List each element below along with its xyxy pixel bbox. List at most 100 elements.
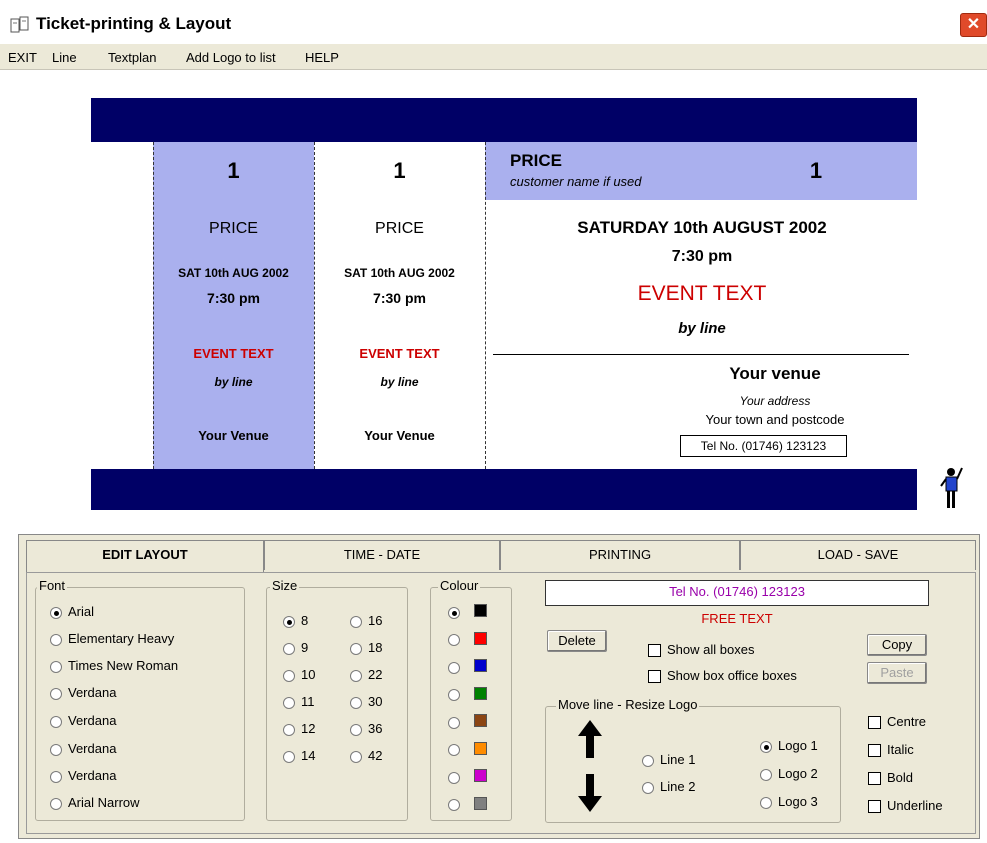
colour-swatch <box>474 631 487 645</box>
stub2-event: EVENT TEXT <box>359 346 440 361</box>
menu-exit[interactable]: EXIT <box>8 50 37 65</box>
colour-option[interactable] <box>448 796 487 812</box>
radio-icon <box>50 606 62 619</box>
main-customer: customer name if used <box>510 174 642 189</box>
radio-icon <box>642 754 654 767</box>
menu-textplan[interactable]: Textplan <box>108 50 156 65</box>
main-tel-box[interactable]: Tel No. (01746) 123123 <box>680 435 847 457</box>
colour-group-title: Colour <box>438 578 481 593</box>
font-option-verdana-3[interactable]: Verdana <box>50 741 116 756</box>
checkbox-icon <box>868 744 881 758</box>
line2-option[interactable]: Line 2 <box>642 779 695 794</box>
helper-figure-icon[interactable] <box>940 466 964 510</box>
radio-icon <box>448 771 460 784</box>
line1-option[interactable]: Line 1 <box>642 752 695 767</box>
radio-icon <box>283 615 295 628</box>
colour-swatch <box>474 604 487 617</box>
bold-checkbox[interactable]: Bold <box>868 770 913 786</box>
show-all-boxes-checkbox[interactable]: Show all boxes <box>648 642 754 658</box>
stub1-venue: Your Venue <box>198 428 269 443</box>
checkbox-icon <box>868 800 881 814</box>
colour-option[interactable] <box>448 604 487 619</box>
tab-edit-layout[interactable]: EDIT LAYOUT <box>26 540 264 572</box>
window-title: Ticket-printing & Layout <box>36 14 232 33</box>
font-option-verdana-4[interactable]: Verdana <box>50 768 116 783</box>
checkbox-icon <box>648 644 661 658</box>
main-address: Your address <box>739 394 811 408</box>
size-option-22[interactable]: 22 <box>350 667 382 682</box>
text-edit-field[interactable]: Tel No. (01746) 123123 <box>545 580 929 606</box>
main-event: EVENT TEXT <box>637 282 767 305</box>
size-option-18[interactable]: 18 <box>350 640 382 655</box>
colour-option[interactable] <box>448 686 487 702</box>
size-option-12[interactable]: 12 <box>283 721 315 736</box>
size-option-10[interactable]: 10 <box>283 667 315 682</box>
colour-option[interactable] <box>448 769 487 784</box>
size-option-9[interactable]: 9 <box>283 640 308 655</box>
main-town: Your town and postcode <box>705 412 845 427</box>
ticket-canvas[interactable]: 1 PRICE SAT 10th AUG 2002 7:30 pm EVENT … <box>0 70 987 520</box>
size-option-14[interactable]: 14 <box>283 748 315 763</box>
main-venue: Your venue <box>729 364 821 383</box>
arrow-down-icon[interactable] <box>577 774 603 812</box>
logo2-option[interactable]: Logo 2 <box>760 766 818 781</box>
ticket-app-icon <box>10 16 29 33</box>
size-option-8[interactable]: 8 <box>283 613 308 628</box>
menu-help[interactable]: HELP <box>305 50 339 65</box>
ticket-top-band <box>91 98 917 142</box>
stub2-venue: Your Venue <box>364 428 435 443</box>
colour-option[interactable] <box>448 714 487 729</box>
size-option-16[interactable]: 16 <box>350 613 382 628</box>
menu-line[interactable]: Line <box>52 50 77 65</box>
italic-checkbox[interactable]: Italic <box>868 742 914 758</box>
radio-icon <box>283 723 295 736</box>
colour-option[interactable] <box>448 741 487 757</box>
menu-add-logo[interactable]: Add Logo to list <box>186 50 276 65</box>
colour-option[interactable] <box>448 631 487 647</box>
stub2-price: PRICE <box>375 220 424 237</box>
radio-icon <box>50 715 62 728</box>
font-option-times[interactable]: Times New Roman <box>50 658 178 673</box>
delete-button[interactable]: Delete <box>547 630 607 652</box>
radio-icon <box>283 669 295 682</box>
centre-checkbox[interactable]: Centre <box>868 714 926 730</box>
colour-swatch <box>474 714 487 727</box>
font-option-verdana-1[interactable]: Verdana <box>50 685 116 700</box>
stub1-date: SAT 10th AUG 2002 <box>178 266 289 280</box>
main-divider-line[interactable] <box>493 354 909 355</box>
size-group-title: Size <box>270 578 300 593</box>
size-option-11[interactable]: 11 <box>283 694 315 709</box>
size-option-30[interactable]: 30 <box>350 694 382 709</box>
tab-time-date[interactable]: TIME - DATE <box>264 540 500 570</box>
underline-checkbox[interactable]: Underline <box>868 798 943 814</box>
radio-icon <box>50 770 62 783</box>
radio-icon <box>50 743 62 756</box>
font-option-arial-narrow[interactable]: Arial Narrow <box>50 795 140 810</box>
tab-printing[interactable]: PRINTING <box>500 540 740 570</box>
copy-button[interactable]: Copy <box>867 634 927 656</box>
logo3-option[interactable]: Logo 3 <box>760 794 818 809</box>
radio-icon <box>283 696 295 709</box>
radio-icon <box>50 797 62 810</box>
tab-load-save[interactable]: LOAD - SAVE <box>740 540 976 570</box>
font-option-elementary-heavy[interactable]: Elementary Heavy <box>50 631 174 646</box>
font-option-verdana-2[interactable]: Verdana <box>50 713 116 728</box>
close-button[interactable]: ✕ <box>960 13 987 37</box>
size-option-36[interactable]: 36 <box>350 721 382 736</box>
paste-button[interactable]: Paste <box>867 662 927 684</box>
radio-icon <box>350 615 362 628</box>
colour-swatch <box>474 741 487 755</box>
show-box-office-checkbox[interactable]: Show box office boxes <box>648 668 797 684</box>
radio-icon <box>448 799 460 812</box>
size-option-42[interactable]: 42 <box>350 748 382 763</box>
font-option-arial[interactable]: Arial <box>50 604 94 619</box>
logo1-option[interactable]: Logo 1 <box>760 738 818 753</box>
arrow-up-icon[interactable] <box>577 720 603 758</box>
colour-option[interactable] <box>448 659 487 674</box>
free-text-label: FREE TEXT <box>701 611 773 626</box>
radio-icon <box>350 750 362 763</box>
font-group-title: Font <box>37 578 68 593</box>
main-date: SATURDAY 10th AUGUST 2002 <box>577 218 827 237</box>
checkbox-icon <box>868 716 881 730</box>
ticket-bottom-band <box>91 469 917 510</box>
